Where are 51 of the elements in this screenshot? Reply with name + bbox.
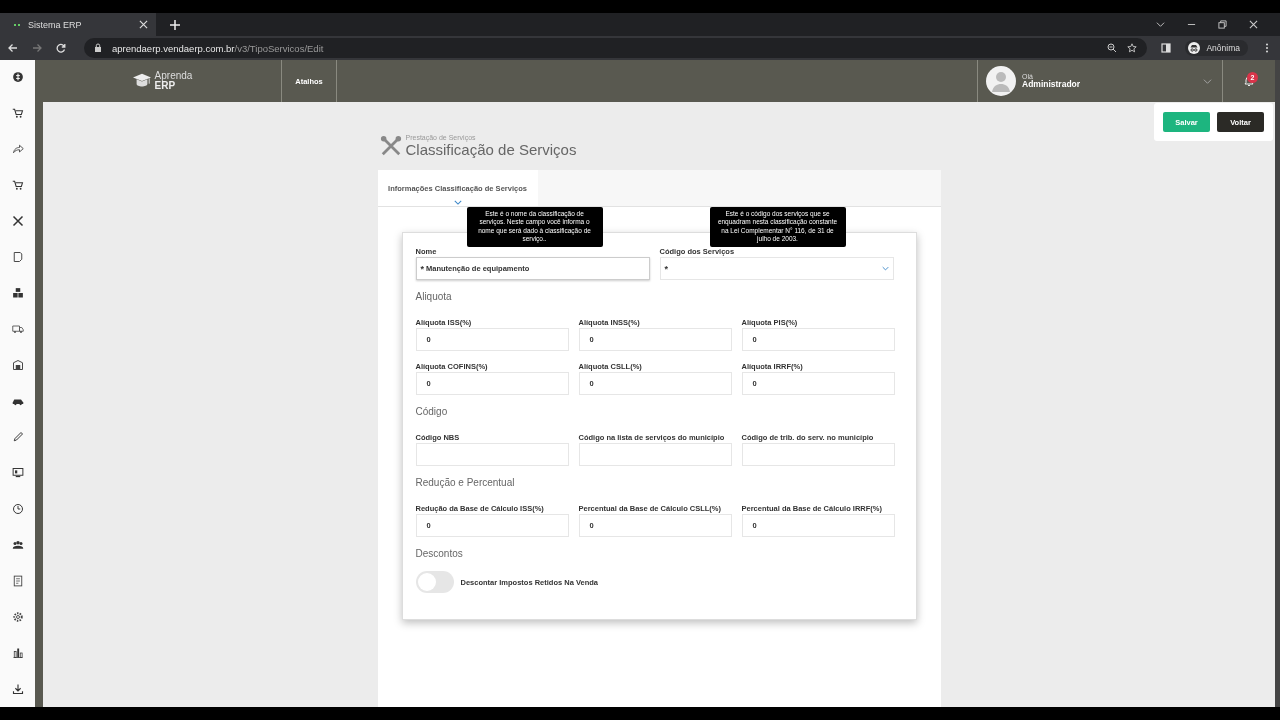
cart-icon[interactable] [11,179,24,191]
user-name[interactable]: Administrador [1022,80,1081,89]
store-icon[interactable] [11,359,24,371]
side-panel-icon[interactable] [1161,43,1172,53]
share-arrow-icon[interactable] [11,143,24,155]
logo-text: Aprenda [154,71,193,81]
incognito-icon [1188,42,1201,54]
input-field[interactable] [741,443,895,466]
users-icon[interactable] [11,539,24,551]
profile-button[interactable]: Anônima [1185,40,1248,56]
lock-icon [94,43,102,53]
avatar-icon [986,66,1016,96]
bell-icon[interactable] [1243,75,1255,87]
section-title: Aliquota [415,291,453,302]
document-icon[interactable] [11,575,24,587]
input-field[interactable] [415,443,569,466]
chevron-down-icon [453,200,462,205]
forward-arrow-icon[interactable] [32,43,42,53]
tools-icon [379,135,402,157]
close-icon[interactable] [1249,20,1258,29]
close-icon[interactable] [139,20,148,29]
address-bar[interactable]: aprendaerp.vendaerp.com.br/v3/TipoServicos/Edit [84,38,1148,58]
chevron-down-icon[interactable] [1156,20,1165,29]
bar-chart-icon[interactable] [11,647,24,659]
dollar-coin-icon[interactable] [11,71,24,83]
back-arrow-icon[interactable] [8,43,18,53]
note-icon[interactable] [11,251,24,263]
select-field[interactable]: * [659,257,894,280]
new-tab-icon[interactable] [170,19,180,30]
logo-text: ERP [154,81,176,91]
restore-icon[interactable] [1218,20,1227,29]
tools-icon[interactable] [11,215,24,227]
section-title: Descontos [415,548,464,559]
monitor-icon[interactable] [11,467,24,479]
reload-icon[interactable] [56,43,66,53]
cart-icon[interactable] [11,107,24,119]
boxes-icon[interactable] [11,287,24,299]
chevron-down-icon [881,266,889,271]
star-icon[interactable] [1127,43,1138,53]
toggle-switch[interactable] [415,571,454,593]
download-icon[interactable] [11,683,24,695]
gear-icon[interactable] [11,611,24,623]
pen-icon[interactable] [11,431,24,443]
page-title: Classificação de Serviços [405,141,577,158]
clock-icon[interactable] [11,503,24,515]
section-title: Redução e Percentual [415,477,516,488]
zoom-icon[interactable] [1107,43,1118,53]
loading-icon [14,23,20,26]
section-title: Código [415,406,449,417]
input-field[interactable] [578,443,732,466]
truck-icon[interactable] [11,323,24,335]
